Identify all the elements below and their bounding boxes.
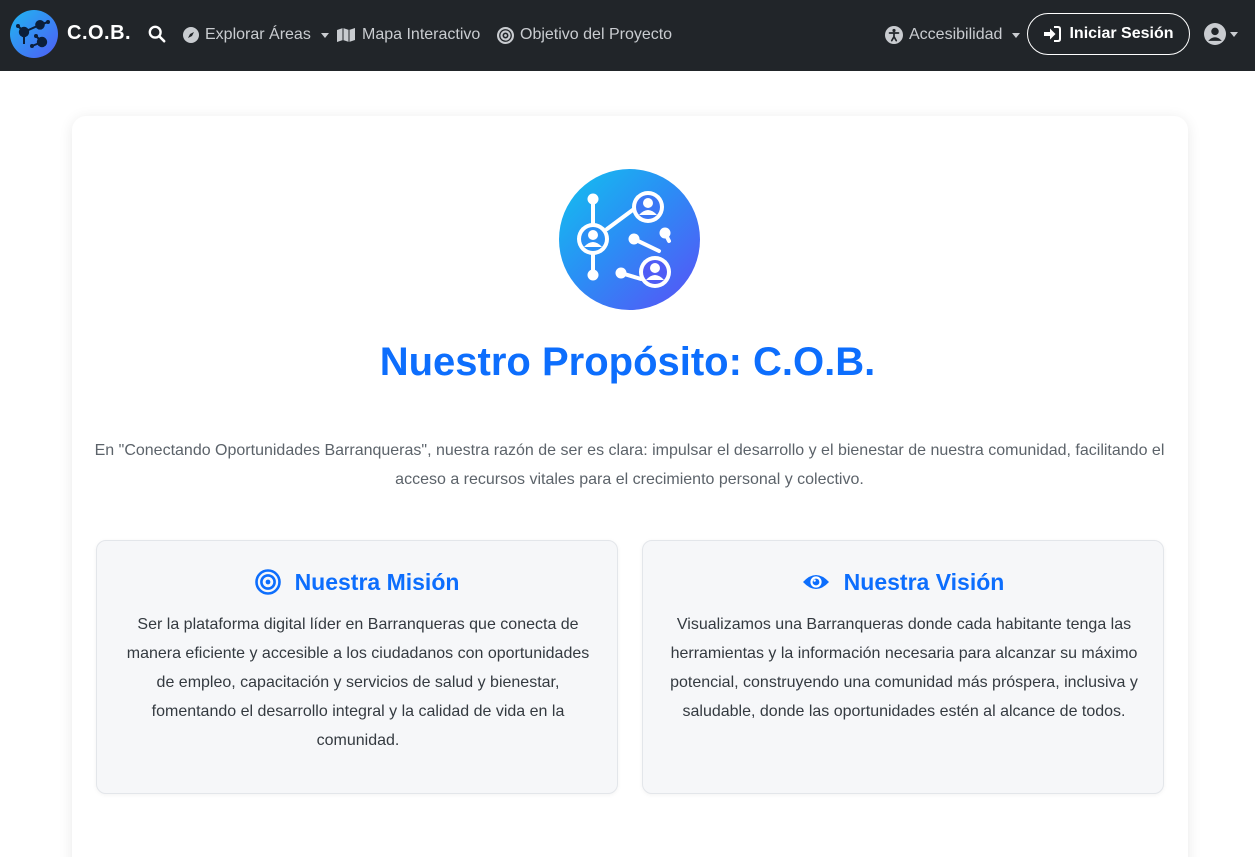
map-icon: [337, 28, 355, 42]
chevron-down-icon: [320, 32, 329, 38]
top-navbar: C.O.B. Explorar Áreas Mapa Interactivo O…: [0, 0, 1255, 71]
mission-heading: Nuestra Misión: [97, 567, 617, 597]
accessibility-menu[interactable]: Accesibilidad: [885, 24, 1021, 46]
accessibility-label: Accesibilidad: [909, 26, 1003, 43]
login-label: Iniciar Sesión: [1069, 25, 1174, 42]
chevron-down-icon: [1012, 32, 1021, 38]
brand-logo-icon[interactable]: [10, 10, 58, 58]
eye-icon: [802, 575, 829, 589]
bullseye-icon: [497, 26, 514, 44]
mission-box: Nuestra Misión Ser la plataforma digital…: [96, 540, 618, 794]
nav-project-objective[interactable]: Objetivo del Proyecto: [497, 24, 672, 46]
chevron-down-icon: [1230, 31, 1238, 37]
nav-objective-label: Objetivo del Proyecto: [520, 26, 673, 43]
vision-text: Visualizamos una Barranqueras donde cada…: [670, 616, 1138, 720]
user-menu[interactable]: [1204, 23, 1238, 45]
universal-access-icon: [885, 26, 903, 44]
vision-title: Nuestra Visión: [843, 568, 1005, 595]
search-icon[interactable]: [147, 24, 167, 44]
vision-heading: Nuestra Visión: [643, 567, 1163, 597]
page-title: Nuestro Propósito: C.O.B.: [379, 340, 876, 384]
nav-interactive-map[interactable]: Mapa Interactivo: [336, 24, 480, 46]
bullseye-icon: [254, 569, 281, 595]
sign-in-icon: [1044, 26, 1062, 42]
user-circle-icon: [1204, 23, 1226, 45]
network-people-icon: [559, 169, 700, 310]
nav-map-label: Mapa Interactivo: [362, 26, 481, 43]
nav-explore-label: Explorar Áreas: [205, 26, 311, 43]
vision-box: Nuestra Visión Visualizamos una Barranqu…: [642, 540, 1164, 794]
mission-title: Nuestra Misión: [294, 568, 460, 595]
nav-explore-areas[interactable]: Explorar Áreas: [183, 24, 329, 46]
intro-text: En "Conectando Oportunidades Barranquera…: [94, 442, 1165, 488]
brand-name[interactable]: C.O.B.: [67, 22, 131, 45]
login-button[interactable]: Iniciar Sesión: [1027, 13, 1190, 55]
mission-text: Ser la plataforma digital líder en Barra…: [126, 616, 590, 749]
compass-icon: [183, 27, 199, 43]
